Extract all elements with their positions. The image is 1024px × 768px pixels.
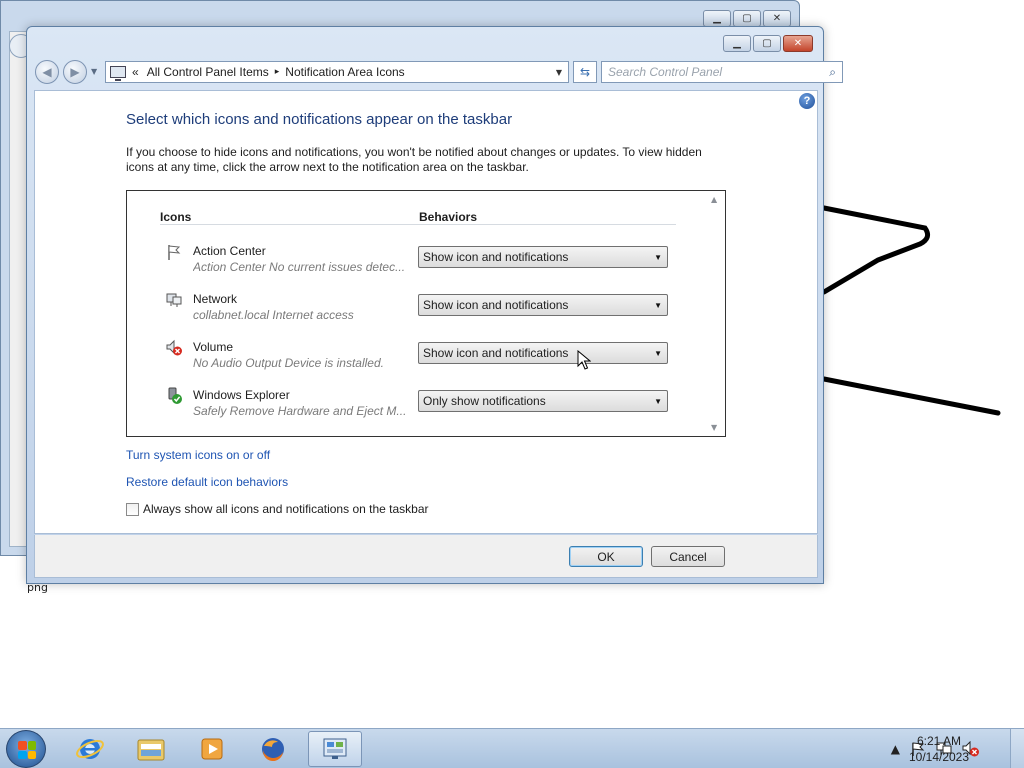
navigation-bar: ◀ ▶ ▼ « All Control Panel Items ▸ Notifi… — [33, 59, 843, 85]
maximize-button[interactable]: ▢ — [753, 35, 781, 52]
recent-pages-dropdown[interactable]: ▼ — [91, 67, 97, 76]
main-content: ? Select which icons and notifications a… — [34, 90, 818, 534]
search-box[interactable]: ⌕ — [601, 61, 843, 83]
start-button[interactable] — [6, 730, 46, 768]
media-player-icon — [201, 738, 223, 760]
firefox-icon — [262, 738, 284, 762]
list-item-network: Network collabnet.local Internet access … — [127, 287, 707, 331]
taskbar-windows-explorer[interactable] — [124, 731, 178, 767]
safely-remove-hardware-icon — [168, 387, 182, 404]
taskbar: ▲ 6:21 AM 10/14/2023 — [0, 728, 1024, 768]
behavior-select-network[interactable]: Show icon and notifications ▼ — [418, 294, 668, 316]
breadcrumb-notification-area-icons[interactable]: Notification Area Icons — [285, 65, 404, 79]
item-description: No Audio Output Device is installed. — [193, 356, 384, 370]
address-bar[interactable]: « All Control Panel Items ▸ Notification… — [105, 61, 569, 83]
behavior-value: Show icon and notifications — [423, 298, 569, 312]
maximize-button[interactable]: ▢ — [733, 10, 761, 27]
minimize-button[interactable]: ▁ — [703, 10, 731, 27]
back-arrow-icon: ◀ — [42, 65, 52, 79]
mouse-cursor-icon — [577, 350, 591, 370]
taskbar-media-player[interactable] — [185, 731, 239, 767]
behavior-select-action-center[interactable]: Show icon and notifications ▼ — [418, 246, 668, 268]
list-item-windows-explorer: Windows Explorer Safely Remove Hardware … — [127, 383, 707, 427]
always-show-all-option[interactable]: Always show all icons and notifications … — [126, 502, 429, 516]
list-item-action-center: Action Center Action Center No current i… — [127, 239, 707, 283]
refresh-icon: ⇆ — [579, 65, 591, 79]
breadcrumb-all-control-panel-items[interactable]: All Control Panel Items — [147, 65, 269, 79]
turn-system-icons-link[interactable]: Turn system icons on or off — [126, 448, 270, 462]
behavior-select-windows-explorer[interactable]: Only show notifications ▼ — [418, 390, 668, 412]
internet-explorer-icon — [76, 739, 104, 759]
behavior-value: Show icon and notifications — [423, 346, 569, 360]
item-name: Action Center — [193, 244, 266, 258]
help-icon[interactable]: ? — [799, 93, 815, 109]
breadcrumb-overflow[interactable]: « — [132, 65, 139, 79]
ok-button[interactable]: OK — [569, 546, 643, 567]
show-desktop-button[interactable] — [1010, 729, 1024, 768]
scroll-up-icon[interactable]: ▲ — [711, 195, 717, 204]
background-window-controls: ▁ ▢ ✕ — [703, 10, 791, 27]
cancel-button[interactable]: Cancel — [651, 546, 725, 567]
page-description: If you choose to hide icons and notifica… — [126, 145, 702, 174]
volume-muted-icon — [166, 339, 182, 356]
close-button[interactable]: ✕ — [763, 10, 791, 27]
notification-area-icons-window: ▁ ▢ ✕ ◀ ▶ ▼ « All Control Panel Items ▸ … — [26, 26, 843, 584]
list-scrollbar[interactable]: ▲ ▼ — [709, 193, 723, 434]
system-clock[interactable]: 6:21 AM 10/14/2023 — [904, 733, 974, 765]
close-button[interactable]: ✕ — [783, 35, 813, 52]
scroll-down-icon[interactable]: ▼ — [711, 423, 717, 432]
notification-icons-list[interactable]: Icons Behaviors Action Center Action Cen… — [126, 190, 726, 437]
control-panel-icon — [323, 738, 347, 759]
item-name: Windows Explorer — [193, 388, 290, 402]
item-name: Network — [193, 292, 238, 306]
dialog-footer: OK Cancel — [34, 535, 818, 578]
item-description: Action Center No current issues detec... — [193, 260, 406, 274]
windows-logo-icon — [18, 741, 36, 759]
show-hidden-icons-icon[interactable]: ▲ — [891, 742, 900, 756]
dropdown-arrow-icon: ▼ — [654, 252, 662, 262]
header-divider — [160, 224, 676, 225]
behavior-value: Show icon and notifications — [423, 250, 569, 264]
refresh-button[interactable]: ⇆ — [573, 61, 597, 83]
behavior-select-volume[interactable]: Show icon and notifications ▼ — [418, 342, 668, 364]
taskbar-control-panel[interactable] — [308, 731, 362, 767]
window-controls: ▁ ▢ ✕ — [723, 35, 813, 52]
item-name: Volume — [193, 340, 234, 354]
control-panel-icon — [110, 66, 126, 81]
search-input[interactable] — [608, 65, 808, 79]
minimize-button[interactable]: ▁ — [723, 35, 751, 52]
column-header-icons: Icons — [160, 210, 192, 224]
item-description: Safely Remove Hardware and Eject M... — [193, 404, 407, 418]
always-show-all-checkbox[interactable] — [126, 502, 139, 516]
forward-arrow-icon: ▶ — [70, 65, 80, 79]
address-dropdown-icon[interactable]: ▼ — [550, 68, 568, 77]
forward-button[interactable]: ▶ — [63, 60, 87, 84]
behavior-value: Only show notifications — [423, 394, 546, 408]
flag-icon — [168, 245, 181, 260]
item-description: collabnet.local Internet access — [193, 308, 354, 322]
column-header-behaviors: Behaviors — [419, 210, 478, 224]
restore-default-behaviors-link[interactable]: Restore default icon behaviors — [126, 475, 288, 489]
clock-date: 10/14/2023 — [908, 750, 970, 764]
windows-explorer-icon — [137, 739, 165, 761]
dropdown-arrow-icon: ▼ — [654, 396, 662, 406]
always-show-all-label[interactable]: Always show all icons and notifications … — [143, 502, 429, 516]
taskbar-firefox[interactable] — [246, 731, 300, 767]
clock-time: 6:21 AM — [916, 734, 962, 748]
dropdown-arrow-icon: ▼ — [654, 348, 662, 358]
page-title: Select which icons and notifications app… — [126, 111, 513, 128]
network-icon — [166, 293, 182, 307]
back-button[interactable]: ◀ — [35, 60, 59, 84]
dropdown-arrow-icon: ▼ — [654, 300, 662, 310]
taskbar-internet-explorer[interactable] — [63, 731, 117, 767]
breadcrumb-separator-icon[interactable]: ▸ — [275, 67, 280, 77]
search-icon[interactable]: ⌕ — [829, 65, 836, 80]
list-item-volume: Volume No Audio Output Device is install… — [127, 335, 707, 379]
